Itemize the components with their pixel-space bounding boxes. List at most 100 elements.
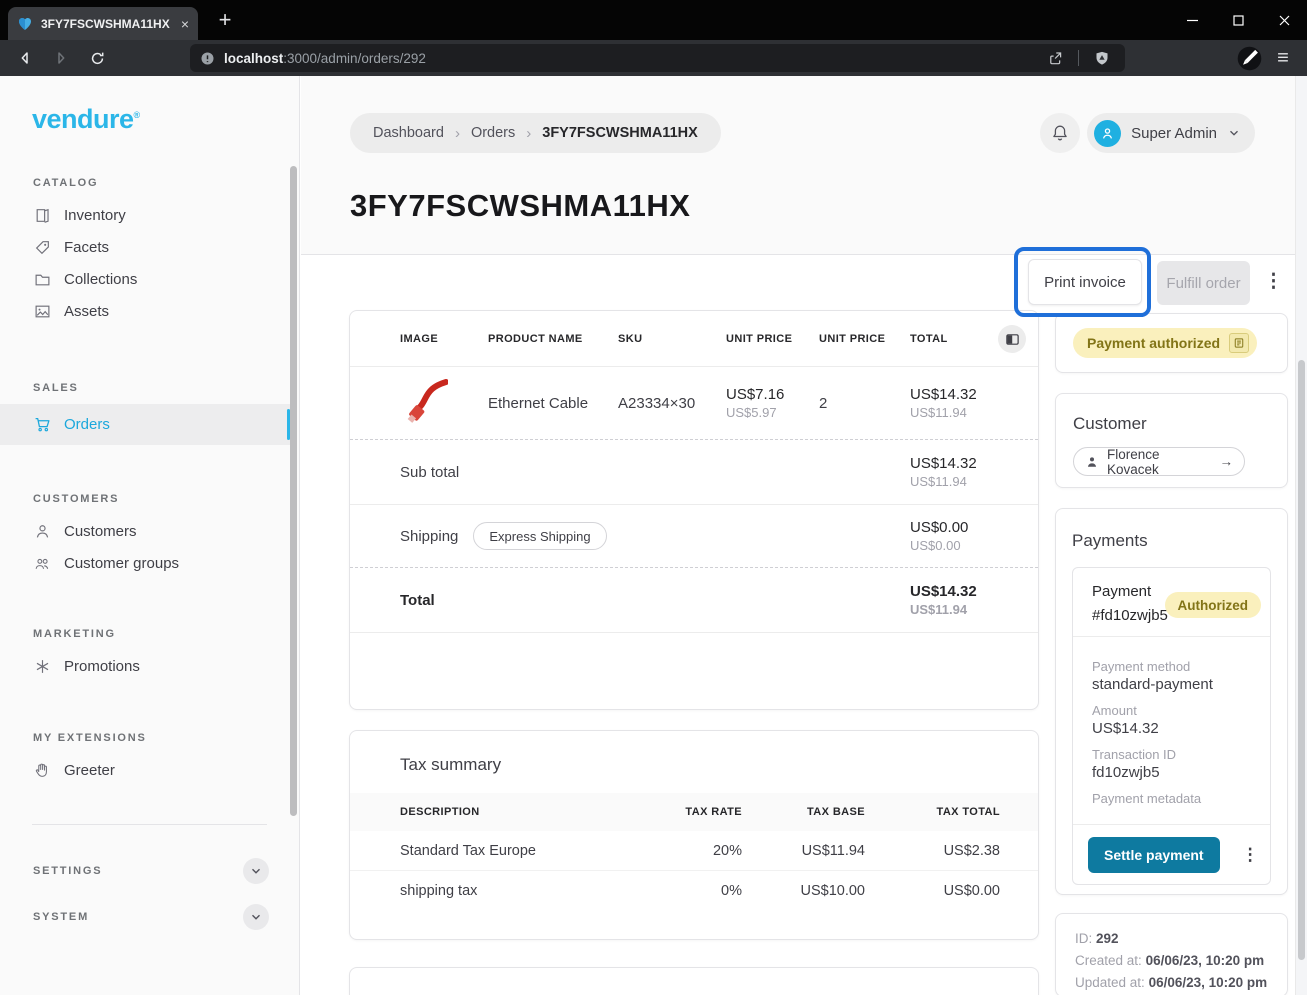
history-log-icon[interactable] — [1229, 333, 1249, 353]
unit-price: US$7.16 — [726, 386, 819, 403]
columns-icon — [1005, 332, 1020, 347]
section-label-settings: SETTINGS — [33, 865, 102, 877]
sidebar-item-assets[interactable]: Assets — [0, 295, 299, 327]
print-invoice-button[interactable]: Print invoice — [1028, 259, 1142, 305]
chevron-down-icon — [1227, 126, 1241, 140]
col-tax-rate: TAX RATE — [622, 806, 742, 818]
total-row: Total US$14.32 US$11.94 — [350, 568, 1038, 633]
close-button[interactable] — [1261, 0, 1307, 40]
browser-menu-button[interactable]: ≡ — [1269, 44, 1297, 72]
payment-method-label: Payment method — [1092, 659, 1258, 674]
amount-value: US$14.32 — [1092, 720, 1258, 737]
sidebar-section-sales: SALES Orders — [0, 382, 299, 445]
user-avatar-icon — [1100, 126, 1115, 141]
meta-id-value: 292 — [1096, 931, 1119, 946]
tab-close-icon[interactable]: × — [181, 17, 189, 31]
sidebar-item-customers[interactable]: Customers — [0, 515, 299, 547]
vendure-logo: vendure® — [32, 104, 299, 135]
sidebar-item-label: Assets — [64, 303, 109, 320]
product-name: Ethernet Cable — [488, 395, 618, 412]
notifications-button[interactable] — [1040, 113, 1080, 153]
subtotal-ex-tax: US$11.94 — [910, 474, 977, 489]
breadcrumb-orders[interactable]: Orders — [471, 125, 515, 141]
tax-description: Standard Tax Europe — [400, 843, 622, 859]
order-actions-overflow-button[interactable]: ⋮ — [1264, 270, 1283, 293]
brave-shield-button[interactable] — [1089, 45, 1115, 71]
entity-meta-card: ID: 292 Created at: 06/06/23, 10:20 pm U… — [1055, 913, 1288, 995]
profile-avatar-button[interactable] — [1236, 45, 1263, 72]
settle-payment-button[interactable]: Settle payment — [1088, 837, 1220, 873]
hand-icon — [34, 762, 51, 779]
ethernet-cable-image — [400, 379, 448, 427]
sidebar-item-promotions[interactable]: Promotions — [0, 650, 299, 682]
sidebar-item-inventory[interactable]: Inventory — [0, 199, 299, 231]
shield-icon — [1094, 50, 1110, 67]
new-tab-button[interactable]: + — [210, 5, 240, 35]
col-tax-base: TAX BASE — [742, 806, 865, 818]
sidebar-section-settings[interactable]: SETTINGS — [33, 851, 269, 891]
payment-detail-card: Payment #fd10zwjb5 Authorized Payment me… — [1072, 567, 1271, 885]
back-icon — [16, 49, 34, 67]
sidebar-item-collections[interactable]: Collections — [0, 263, 299, 295]
system-expand-button[interactable] — [243, 904, 269, 930]
settings-expand-button[interactable] — [243, 858, 269, 884]
image-icon — [34, 303, 51, 320]
profile-avatar-icon — [1236, 45, 1263, 72]
back-button[interactable] — [10, 43, 40, 73]
page-header: Dashboard › Orders › 3FY7FSCWSHMA11HX Su… — [301, 76, 1295, 255]
vendure-admin-app: vendure® CATALOG Inventory Facets Collec… — [0, 76, 1307, 995]
section-label-customers: CUSTOMERS — [33, 493, 299, 505]
url-bar[interactable]: localhost:3000/admin/orders/292 — [190, 44, 1125, 72]
minimize-button[interactable] — [1169, 0, 1215, 40]
tag-icon — [34, 239, 51, 256]
share-button[interactable] — [1042, 45, 1068, 71]
tax-rate: 0% — [622, 883, 742, 899]
site-info-icon[interactable] — [200, 51, 215, 66]
avatar — [1094, 120, 1121, 147]
order-state-badge: Payment authorized — [1073, 328, 1257, 358]
sidebar-scrollbar[interactable] — [290, 166, 297, 816]
forward-button[interactable] — [46, 43, 76, 73]
section-label-sales: SALES — [33, 382, 299, 394]
tax-row: Standard Tax Europe 20% US$11.94 US$2.38 — [350, 831, 1038, 871]
breadcrumb: Dashboard › Orders › 3FY7FSCWSHMA11HX — [350, 113, 721, 153]
shipping-row: Shipping Express Shipping US$0.00 US$0.0… — [350, 505, 1038, 568]
sidebar-item-label: Greeter — [64, 762, 115, 779]
payment-overflow-button[interactable]: ⋮ — [1242, 845, 1259, 865]
reload-icon — [89, 50, 106, 67]
sidebar-item-label: Facets — [64, 239, 109, 256]
order-state-card: Payment authorized — [1055, 313, 1288, 373]
sidebar-section-catalog: CATALOG Inventory Facets Collections Ass… — [0, 177, 299, 327]
chevron-down-icon — [249, 864, 263, 878]
column-settings-button[interactable] — [998, 325, 1026, 353]
favicon-heart-icon — [17, 16, 33, 32]
chevron-down-icon — [249, 910, 263, 924]
unit-price-cell: US$7.16 US$5.97 — [726, 386, 819, 420]
subtotal-label: Sub total — [400, 464, 459, 481]
sidebar-item-orders[interactable]: Orders — [0, 404, 291, 445]
user-menu-button[interactable]: Super Admin — [1087, 113, 1255, 153]
folder-icon — [34, 271, 51, 288]
maximize-button[interactable] — [1215, 0, 1261, 40]
cart-icon — [34, 416, 51, 433]
breadcrumb-dashboard[interactable]: Dashboard — [373, 125, 444, 141]
next-section-card — [349, 967, 1039, 995]
fulfill-order-button[interactable]: Fulfill order — [1157, 261, 1250, 305]
payment-metadata-label: Payment metadata — [1092, 791, 1258, 806]
page-scrollbar-thumb[interactable] — [1298, 360, 1305, 960]
reload-button[interactable] — [82, 43, 112, 73]
sidebar-item-facets[interactable]: Facets — [0, 231, 299, 263]
tax-total: US$2.38 — [865, 843, 1000, 859]
transaction-id-label: Transaction ID — [1092, 747, 1258, 762]
browser-tab[interactable]: 3FY7FSCWSHMA11HX • Vendure × — [8, 7, 198, 40]
sidebar-section-system[interactable]: SYSTEM — [33, 897, 269, 937]
sidebar-section-customers: CUSTOMERS Customers Customer groups — [0, 493, 299, 579]
tax-rate: 20% — [622, 843, 742, 859]
sidebar-item-customer-groups[interactable]: Customer groups — [0, 547, 299, 579]
page-scrollbar[interactable] — [1295, 76, 1307, 995]
sidebar-item-greeter[interactable]: Greeter — [0, 754, 299, 786]
customer-link-button[interactable]: Florence Kovacek → — [1073, 447, 1245, 476]
user-icon — [34, 523, 51, 540]
tax-base: US$11.94 — [742, 843, 865, 859]
total-value: US$14.32 — [910, 583, 977, 600]
